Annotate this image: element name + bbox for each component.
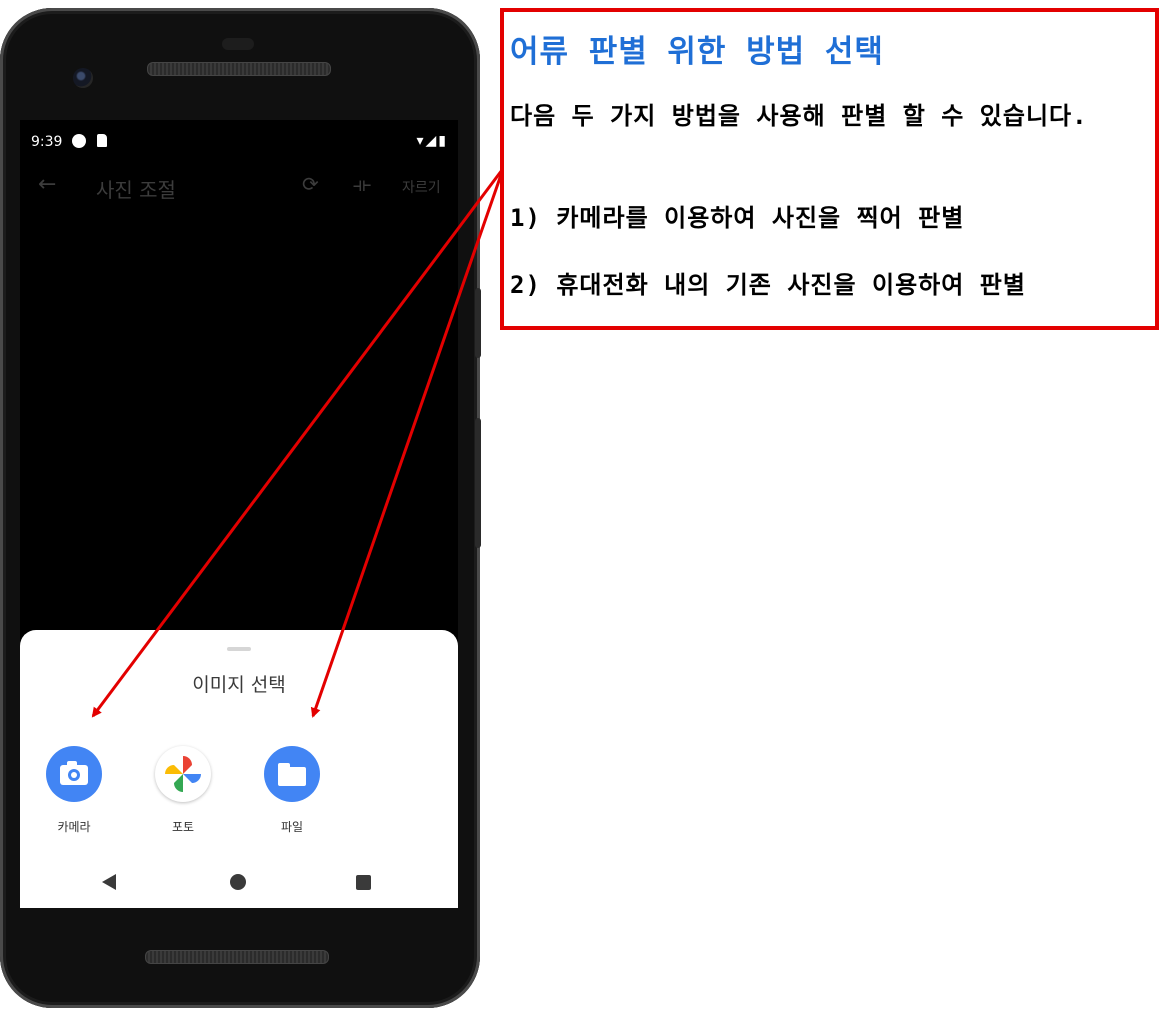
phone-screen: 9:39 ▾◢▮ ← 사진 조절 ⟳ ⟛ 자르기 이미지 선택 카메라 포토 파… bbox=[20, 120, 458, 908]
app-files[interactable]: 파일 bbox=[262, 746, 322, 835]
annotation-option-camera: 1) 카메라를 이용하여 사진을 찍어 판별 bbox=[510, 204, 965, 232]
sheet-title: 이미지 선택 bbox=[192, 674, 286, 696]
app-label-files: 파일 bbox=[280, 820, 304, 834]
volume-button bbox=[475, 418, 481, 548]
nav-back-icon[interactable] bbox=[102, 874, 116, 890]
back-arrow-icon[interactable]: ← bbox=[38, 172, 56, 197]
power-button bbox=[475, 288, 481, 358]
app-label-photos: 포토 bbox=[171, 820, 195, 834]
camera-icon[interactable] bbox=[46, 746, 102, 802]
sd-card-icon bbox=[97, 134, 107, 147]
app-photos[interactable]: 포토 bbox=[153, 746, 213, 835]
app-label-camera: 카메라 bbox=[57, 820, 91, 834]
annotation-box: 어류 판별 위한 방법 선택 다음 두 가지 방법을 사용해 판별 할 수 있습… bbox=[500, 8, 1159, 330]
app-bar: ← 사진 조절 ⟳ ⟛ 자르기 bbox=[20, 164, 458, 208]
proximity-sensor bbox=[222, 38, 254, 50]
top-speaker bbox=[147, 62, 331, 76]
annotation-option-gallery: 2) 휴대전화 내의 기존 사진을 이용하여 판별 bbox=[510, 271, 1026, 299]
wifi-icon: ▾ bbox=[416, 133, 426, 149]
battery-icon: ▮ bbox=[438, 133, 448, 149]
phone-frame: 9:39 ▾◢▮ ← 사진 조절 ⟳ ⟛ 자르기 이미지 선택 카메라 포토 파… bbox=[0, 8, 481, 1008]
nav-bar bbox=[20, 868, 458, 898]
sheet-drag-handle[interactable] bbox=[227, 647, 251, 651]
status-icons: ▾◢▮ bbox=[416, 133, 448, 149]
folder-icon[interactable] bbox=[264, 746, 320, 802]
annotation-intro: 다음 두 가지 방법을 사용해 판별 할 수 있습니다. bbox=[510, 102, 1088, 130]
rotate-icon[interactable]: ⟳ bbox=[302, 172, 319, 196]
app-indicator-icon bbox=[72, 134, 86, 148]
signal-icon: ◢ bbox=[425, 133, 439, 149]
status-bar: 9:39 ▾◢▮ bbox=[20, 130, 458, 156]
front-camera bbox=[73, 68, 93, 88]
image-picker-sheet: 이미지 선택 카메라 포토 파일 bbox=[20, 630, 458, 908]
page-title: 사진 조절 bbox=[96, 178, 176, 202]
annotation-title: 어류 판별 위한 방법 선택 bbox=[510, 34, 884, 70]
crop-button[interactable]: 자르기 bbox=[402, 177, 441, 197]
photos-pinwheel-icon[interactable] bbox=[155, 746, 211, 802]
bottom-speaker bbox=[145, 950, 329, 964]
nav-recents-icon[interactable] bbox=[356, 875, 371, 890]
status-time: 9:39 bbox=[31, 134, 63, 150]
flip-icon[interactable]: ⟛ bbox=[353, 172, 371, 196]
nav-home-icon[interactable] bbox=[230, 874, 246, 890]
app-camera[interactable]: 카메라 bbox=[44, 746, 104, 835]
